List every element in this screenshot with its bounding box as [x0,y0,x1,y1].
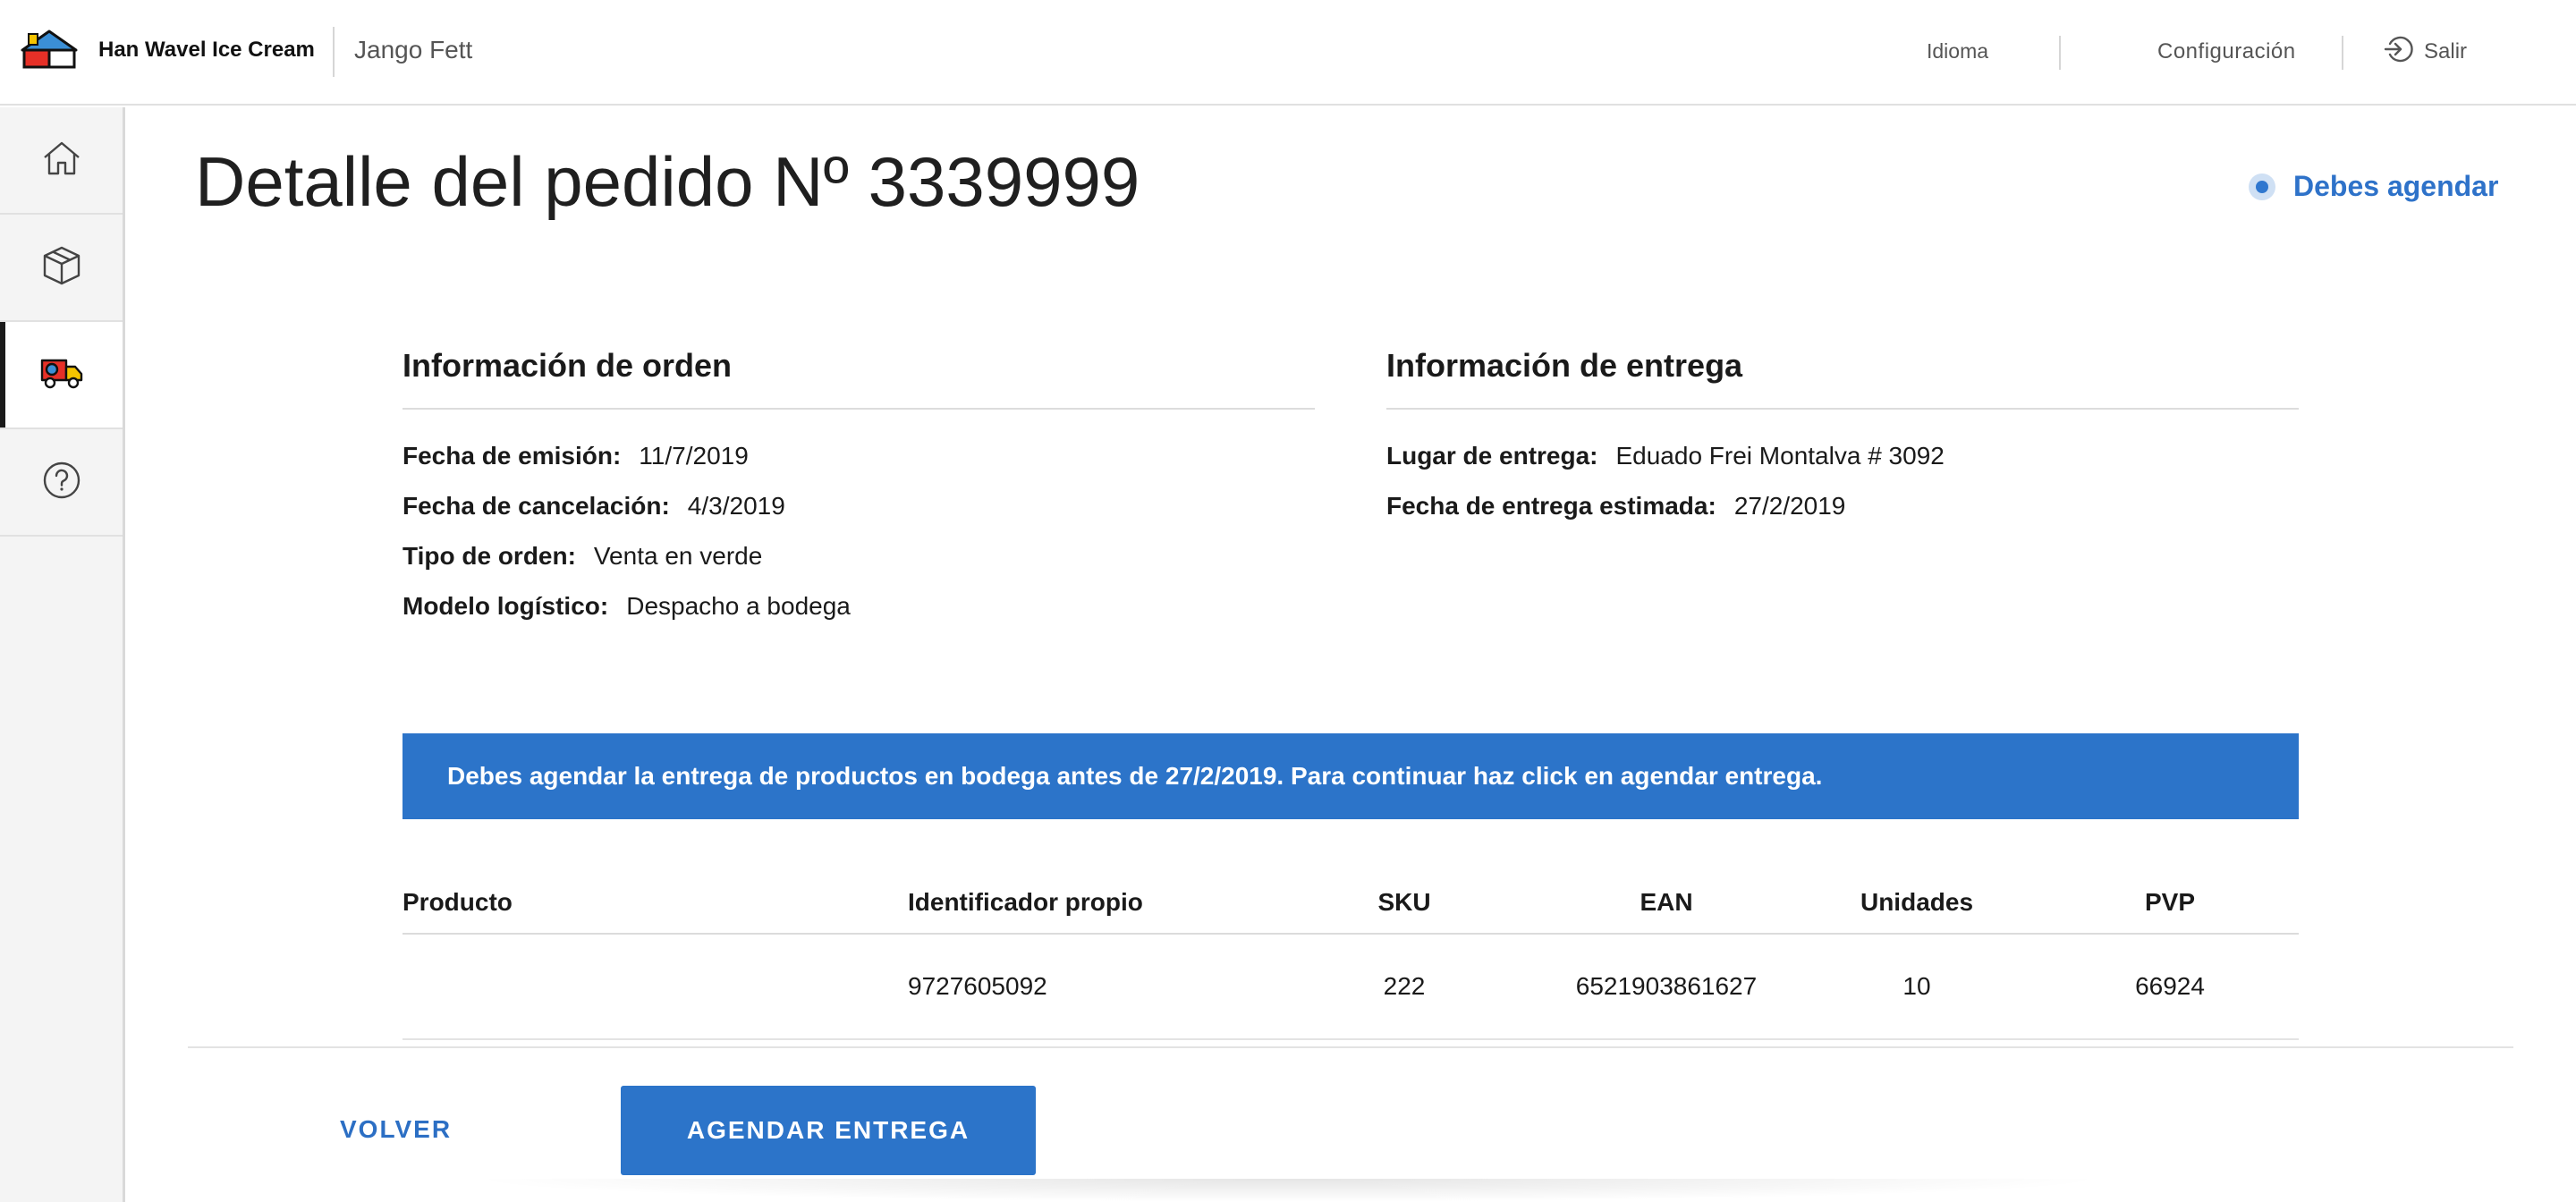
delivery-info-heading: Información de entrega [1386,347,2299,410]
settings-link[interactable]: Configuración [2157,39,2296,64]
info-label: Modelo logístico: [402,592,609,620]
cell-sku: 222 [1383,972,1426,1000]
header-divider [2059,36,2061,70]
help-icon [41,460,82,505]
sidebar-item-help[interactable] [0,429,123,537]
column-header-product: Producto [402,888,513,916]
info-label: Lugar de entrega: [1386,442,1598,470]
brand-logo[interactable] [20,29,79,70]
home-icon [41,138,82,183]
box-icon [41,244,82,292]
back-button[interactable]: VOLVER [340,1084,452,1175]
info-row: Lugar de entrega: Eduado Frei Montalva # … [1386,431,2299,481]
cell-own-id: 9727605092 [908,972,1047,1000]
sidebar-item-home[interactable] [0,107,123,215]
order-info-section: Información de orden Fecha de emisión: 11… [402,347,1315,631]
info-label: Fecha de cancelación: [402,492,670,520]
column-header-ean: EAN [1640,888,1693,916]
table-header: Producto Identificador propio SKU EAN Un… [402,872,2299,935]
logout-button[interactable]: Salir [2383,34,2467,70]
info-value: 11/7/2019 [639,442,749,470]
info-value: 27/2/2019 [1733,492,1846,520]
info-value: Despacho a bodega [626,592,851,620]
column-header-sku: SKU [1377,888,1431,916]
status-dot-icon [2249,173,2275,200]
sidebar-item-products[interactable] [0,215,123,322]
sidebar-item-deliveries[interactable] [0,322,123,429]
footer-shadow [465,1179,2111,1202]
language-menu[interactable]: Idioma [1927,39,1988,63]
sidebar [0,107,125,1202]
info-row: Fecha de entrega estimada: 27/2/2019 [1386,481,2299,531]
info-label: Fecha de emisión: [402,442,622,470]
order-info-heading: Información de orden [402,347,1315,410]
footer-divider [188,1046,2513,1048]
info-value: Venta en verde [593,542,763,570]
top-header: Han Wavel Ice Cream Jango Fett Idioma Co… [0,0,2576,106]
column-header-units: Unidades [1860,888,1974,916]
logout-label: Salir [2424,39,2468,63]
delivery-info-section: Información de entrega Lugar de entrega:… [1386,347,2299,531]
truck-icon [39,355,84,395]
status-indicator: Debes agendar [2249,170,2498,203]
page-title: Detalle del pedido Nº 3339999 [195,142,1140,221]
column-header-price: PVP [2144,888,2196,916]
info-label: Fecha de entrega estimada: [1386,492,1716,520]
cell-product [402,935,903,1038]
cell-price: 66924 [2135,972,2205,1000]
info-value: Eduado Frei Montalva # 3092 [1615,442,1945,470]
schedule-delivery-button[interactable]: AGENDAR ENTREGA [621,1086,1036,1175]
info-row: Fecha de cancelación: 4/3/2019 [402,481,1315,531]
products-table: Producto Identificador propio SKU EAN Un… [402,872,2299,1040]
info-row: Tipo de orden: Venta en verde [402,531,1315,581]
cell-units: 10 [1902,972,1931,1000]
status-text: Debes agendar [2293,170,2499,202]
info-row: Modelo logístico: Despacho a bodega [402,581,1315,631]
schedule-alert-banner: Debes agendar la entrega de productos en… [402,733,2299,819]
cell-ean: 6521903861627 [1575,972,1758,1000]
column-header-own-id: Identificador propio [908,888,1143,916]
info-label: Tipo de orden: [402,542,576,570]
info-value: 4/3/2019 [687,492,785,520]
header-divider [2342,36,2343,70]
header-divider [333,27,335,77]
info-row: Fecha de emisión: 11/7/2019 [402,431,1315,481]
logout-icon [2383,34,2413,71]
table-row: 9727605092 222 6521903861627 10 66924 [402,935,2299,1040]
user-name: Jango Fett [354,36,473,63]
brand-name: Han Wavel Ice Cream [98,38,315,62]
